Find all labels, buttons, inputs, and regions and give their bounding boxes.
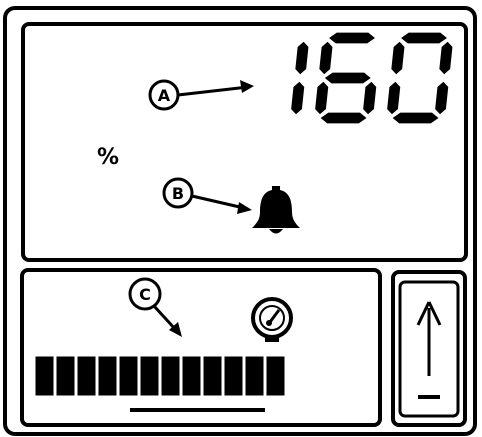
digit-segment xyxy=(326,31,378,45)
callout-b: B xyxy=(162,177,252,214)
callout-a: A xyxy=(148,79,254,111)
bell-icon xyxy=(252,186,300,234)
callout-a-label: A xyxy=(158,86,171,105)
bar-graph-segment xyxy=(224,356,243,396)
bar-graph-panel xyxy=(20,268,382,427)
bar-graph-segment xyxy=(245,356,264,396)
digit-segment xyxy=(433,80,451,116)
bar-graph-segment xyxy=(119,356,138,396)
bar-graph-segment xyxy=(266,356,285,396)
bar-graph-segment xyxy=(56,356,75,396)
seven-segment-digit xyxy=(385,31,455,125)
digit-segment xyxy=(313,80,331,116)
digit-segment xyxy=(322,71,374,85)
callout-b-label: B xyxy=(172,184,184,203)
percent-value-readout: 160 xyxy=(289,31,455,125)
bar-graph-segment xyxy=(140,356,159,396)
digit-segment xyxy=(389,40,407,76)
bar-graph-segment xyxy=(161,356,180,396)
digit-segment xyxy=(437,40,455,76)
seven-segment-digit xyxy=(313,31,379,125)
monitor-display-diagram: 160 % A B C xyxy=(3,6,477,436)
digit-segment xyxy=(385,80,403,116)
bar-graph-segment xyxy=(35,356,54,396)
percent-unit-label: % xyxy=(97,145,119,170)
digit-segment xyxy=(361,80,379,116)
digit-segment xyxy=(289,80,307,116)
up-arrow-icon xyxy=(416,301,442,399)
digit-segment xyxy=(317,40,335,76)
digit-segment xyxy=(390,111,442,125)
bar-graph-segment xyxy=(98,356,117,396)
callout-c: C xyxy=(128,277,182,337)
digit-segment xyxy=(318,111,370,125)
bar-graph-segment xyxy=(182,356,201,396)
digit-segment xyxy=(293,40,311,76)
bar-graph-segment xyxy=(77,356,96,396)
bar-graph xyxy=(35,356,285,396)
digit-segment xyxy=(398,31,450,45)
seven-segment-digit xyxy=(289,40,311,116)
pressure-gauge-icon xyxy=(251,297,293,342)
bar-graph-segment xyxy=(203,356,222,396)
callout-c-label: C xyxy=(139,285,151,304)
